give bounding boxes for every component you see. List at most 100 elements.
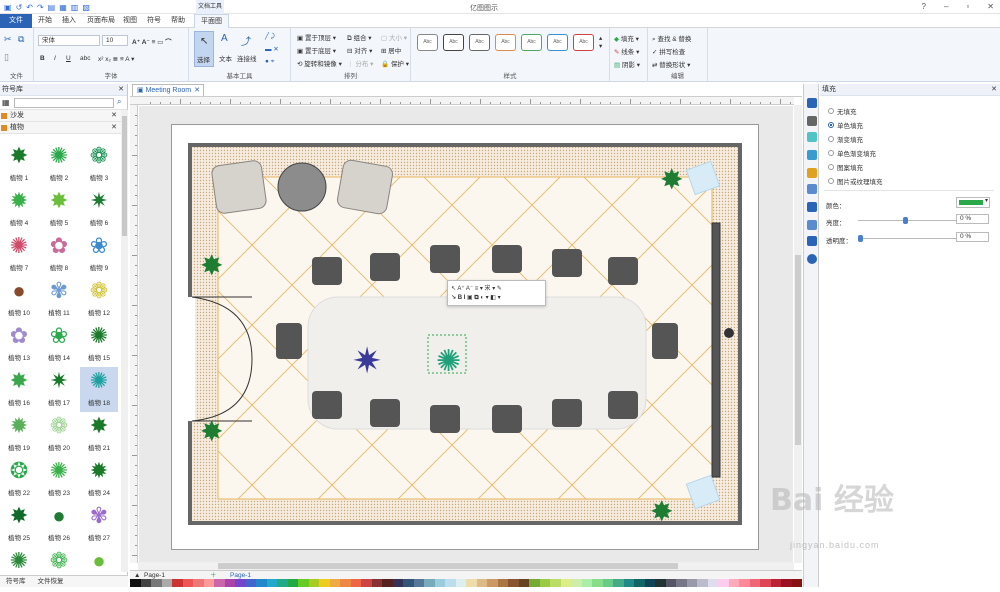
undo-icon[interactable]: ↶	[26, 3, 33, 12]
tab-view[interactable]: 视图	[117, 14, 143, 28]
shadow-button[interactable]: ▤ 阴影 ▾	[614, 59, 640, 69]
symbol-item[interactable]: ● 植物 10	[0, 277, 38, 322]
grow-font-icon[interactable]: A⁺ A⁻ ≡ ▭ ⌒	[132, 36, 172, 46]
open-folder-icon[interactable]: ▤	[48, 3, 56, 12]
help-panel-icon[interactable]	[807, 254, 817, 264]
palette-swatch[interactable]	[224, 579, 235, 587]
symbol-item[interactable]: ✺ 植物 18	[80, 367, 118, 412]
palette-swatch[interactable]	[130, 579, 141, 587]
palette-swatch[interactable]	[707, 579, 718, 587]
symbol-item[interactable]: ✹ 植物 4	[0, 187, 38, 232]
replace-shape-button[interactable]: ⇄ 替换形状 ▾	[652, 59, 690, 69]
protect-button[interactable]: 🔒 保护 ▾	[381, 58, 409, 68]
symbol-item[interactable]: ✸ 植物 1	[0, 142, 38, 187]
close-icon[interactable]: ✕	[987, 2, 994, 11]
floor-plan[interactable]: ✸ ✸ ✸ ✸ ✷ ✺	[172, 125, 760, 551]
palette-swatch[interactable]	[770, 579, 781, 587]
palette-swatch[interactable]	[739, 579, 750, 587]
palette-swatch[interactable]	[403, 579, 414, 587]
footer-tab-recovery[interactable]: 文件恢复	[32, 576, 70, 587]
brightness-input[interactable]: 0 %	[956, 214, 989, 224]
styles-more-icon[interactable]: ▴ ▾	[599, 34, 602, 50]
fill-option-solid[interactable]: 单色填充	[828, 120, 863, 130]
palette-swatch[interactable]	[571, 579, 582, 587]
palette-swatch[interactable]	[193, 579, 204, 587]
symbol-item[interactable]: ✸ 植物 25	[0, 502, 38, 547]
palette-swatch[interactable]	[466, 579, 477, 587]
cut-icon[interactable]: ✂	[4, 34, 12, 45]
image-panel-icon[interactable]	[807, 150, 817, 160]
spell-check-button[interactable]: ✓ 拼写检查	[652, 46, 685, 56]
group-button[interactable]: ⧉ 组合 ▾	[347, 32, 372, 43]
palette-swatch[interactable]	[287, 579, 298, 587]
palette-swatch[interactable]	[613, 579, 624, 587]
symbol-item[interactable]: ❂ 植物 22	[0, 457, 38, 502]
category-plants[interactable]: 植物 ✕	[0, 122, 127, 134]
maximize-icon[interactable]: ▫	[966, 2, 969, 11]
export-icon[interactable]: ▧	[82, 3, 90, 12]
fill-button[interactable]: ◆ 填充 ▾	[614, 33, 639, 43]
style-1[interactable]: Abc	[417, 34, 438, 51]
color-picker[interactable]: ▾	[956, 197, 990, 208]
style-2[interactable]: Abc	[443, 34, 464, 51]
palette-swatch[interactable]	[634, 579, 645, 587]
footer-tab-library[interactable]: 符号库	[0, 576, 32, 587]
color-palette[interactable]	[130, 579, 802, 587]
palette-swatch[interactable]	[550, 579, 561, 587]
symbol-item[interactable]: ✺ 植物 2	[40, 142, 78, 187]
comment-icon[interactable]	[807, 236, 817, 246]
palette-swatch[interactable]	[655, 579, 666, 587]
fill-option-none[interactable]: 无填充	[828, 106, 857, 116]
font-name-select[interactable]: 宋体	[38, 35, 100, 46]
document-tab[interactable]: ▣ Meeting Room ✕	[132, 84, 204, 96]
palette-swatch[interactable]	[361, 579, 372, 587]
library-icon[interactable]: ▦	[2, 98, 10, 107]
symbol-item[interactable]: ✷ 植物 6	[80, 187, 118, 232]
brightness-slider[interactable]	[858, 217, 966, 224]
fill-option-single-gradient[interactable]: 单色渐变填充	[828, 148, 876, 158]
palette-swatch[interactable]	[749, 579, 760, 587]
page-panel-icon[interactable]	[807, 184, 817, 194]
palette-swatch[interactable]	[214, 579, 225, 587]
palette-swatch[interactable]	[445, 579, 456, 587]
bring-front-button[interactable]: ▣ 置于顶层 ▾	[297, 32, 336, 42]
palette-swatch[interactable]	[382, 579, 393, 587]
category-close-icon[interactable]: ✕	[111, 122, 117, 134]
underline-button[interactable]: U	[66, 55, 71, 62]
format-icon[interactable]: ↖ A⁺ A⁻ ≡ ▾ 宋 ▾ ✎	[451, 283, 502, 292]
tab-insert[interactable]: 插入	[56, 14, 82, 28]
strike-button[interactable]: abc	[80, 55, 90, 62]
palette-swatch[interactable]	[623, 579, 634, 587]
canvas[interactable]: ✸ ✸ ✸ ✸ ✷ ✺ ↖ A⁺ A⁻ ≡ ▾ 宋 ▾ ✎ ↘ B I ▣ ⧉ …	[139, 106, 793, 562]
new-icon[interactable]: ▣	[4, 3, 12, 12]
copy-icon[interactable]: ⧉	[18, 34, 24, 45]
symbol-item[interactable]: ✸ 植物 5	[40, 187, 78, 232]
palette-swatch[interactable]	[172, 579, 183, 587]
tab-symbol[interactable]: 符号	[141, 14, 167, 28]
palette-swatch[interactable]	[718, 579, 729, 587]
palette-swatch[interactable]	[686, 579, 697, 587]
line-button[interactable]: ✎ 线条 ▾	[614, 46, 639, 56]
symbol-item[interactable]: ✺ 植物 23	[40, 457, 78, 502]
symbol-item[interactable]: ✸ 植物 16	[0, 367, 38, 412]
paste-icon[interactable]: ▯	[4, 52, 9, 63]
symbol-item[interactable]: ❀ 植物 9	[80, 232, 118, 277]
palette-swatch[interactable]	[455, 579, 466, 587]
palette-swatch[interactable]	[581, 579, 592, 587]
palette-swatch[interactable]	[256, 579, 267, 587]
data-panel-icon[interactable]	[807, 220, 817, 230]
symbol-item[interactable]: ✺ 植物 7	[0, 232, 38, 277]
palette-swatch[interactable]	[308, 579, 319, 587]
left-scrollbar[interactable]	[121, 110, 128, 572]
minimize-icon[interactable]: –	[944, 2, 948, 11]
palette-swatch[interactable]	[497, 579, 508, 587]
style-7[interactable]: Abc	[573, 34, 594, 51]
palette-swatch[interactable]	[266, 579, 277, 587]
fill-option-gradient[interactable]: 渐变填充	[828, 134, 863, 144]
distribute-button[interactable]: ⋮ 分布 ▾	[347, 58, 373, 68]
connector-label[interactable]: 连接线	[237, 53, 257, 63]
rect-icon[interactable]: ▬ ✕	[265, 45, 279, 53]
text-tool-label[interactable]: 文本	[219, 53, 232, 63]
find-replace-button[interactable]: ⌕ 查找 & 替换	[652, 33, 691, 44]
palette-swatch[interactable]	[392, 579, 403, 587]
